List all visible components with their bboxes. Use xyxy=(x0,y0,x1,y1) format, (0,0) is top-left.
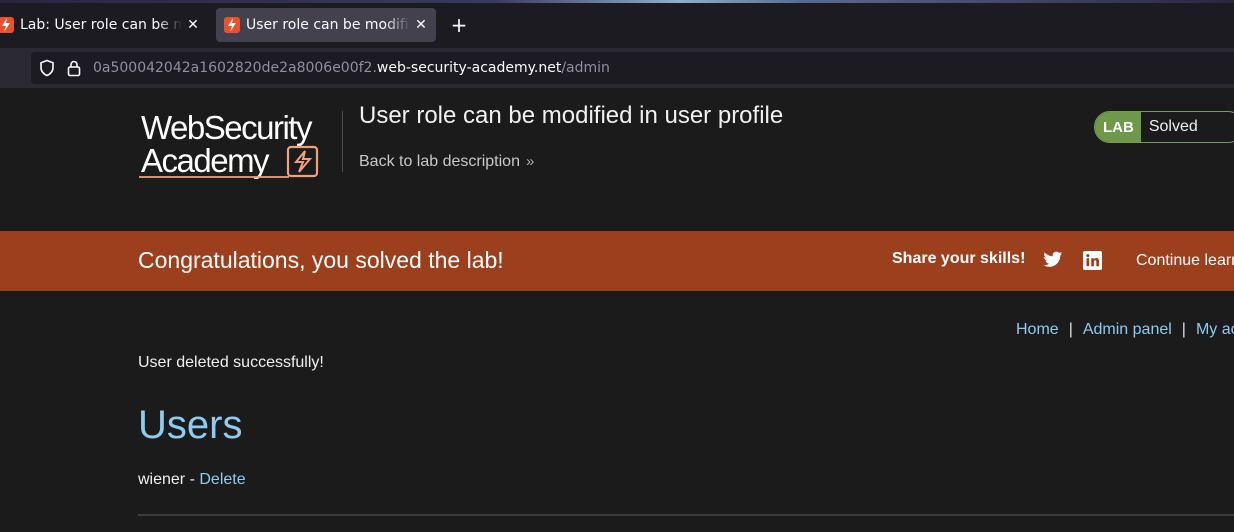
shield-icon[interactable] xyxy=(38,59,56,81)
logo-line2: Academy xyxy=(141,142,270,179)
share-skills-label: Share your skills! xyxy=(892,250,1026,267)
congratulations-message: Congratulations, you solved the lab! xyxy=(138,247,504,273)
chevron-right-icon: » xyxy=(525,153,535,170)
linkedin-icon[interactable] xyxy=(1083,251,1102,274)
nav-separator: | xyxy=(1068,321,1073,338)
lab-badge-label: LAB xyxy=(1095,112,1141,142)
users-heading: Users xyxy=(138,403,243,447)
url-text[interactable]: 0a500042042a1602820de2a8006e00f2.web-sec… xyxy=(93,59,610,77)
tab-lab-description[interactable]: Lab: User role can be modified in user p… xyxy=(0,8,208,42)
close-icon[interactable]: ✕ xyxy=(182,14,204,36)
new-tab-button[interactable]: + xyxy=(448,12,470,38)
window-top-accent xyxy=(0,0,1234,3)
status-message: User deleted successfully! xyxy=(138,354,324,371)
top-nav: Home | Admin panel | My account xyxy=(1016,321,1234,339)
content-divider xyxy=(138,514,1234,516)
back-link-label: Back to lab description xyxy=(359,153,520,170)
logo-line1: WebSecurity xyxy=(141,109,313,146)
nav-home-link[interactable]: Home xyxy=(1016,321,1059,338)
header-divider xyxy=(342,111,343,172)
url-domain: web-security-academy.net xyxy=(376,60,562,76)
tab-title: Lab: User role can be modified in user p… xyxy=(20,17,182,33)
twitter-icon[interactable] xyxy=(1043,251,1063,273)
lab-favicon-icon xyxy=(224,17,240,33)
url-prefix: 0a500042042a1602820de2a8006e00f2. xyxy=(93,60,377,76)
logo-bolt-icon xyxy=(293,150,313,173)
lock-icon[interactable] xyxy=(66,59,82,81)
nav-admin-panel-link[interactable]: Admin panel xyxy=(1083,321,1172,338)
lab-title: User role can be modified in user profil… xyxy=(359,102,784,129)
url-path: /admin xyxy=(561,60,610,76)
delete-user-link[interactable]: Delete xyxy=(199,471,245,488)
lab-favicon-icon xyxy=(0,17,14,33)
user-separator: - xyxy=(185,471,200,488)
web-security-academy-logo[interactable]: WebSecurity Academy xyxy=(139,109,339,181)
nav-my-account-link[interactable]: My account xyxy=(1196,321,1234,338)
nav-separator: | xyxy=(1181,321,1186,338)
continue-learning-link[interactable]: Continue learning xyxy=(1136,252,1234,270)
lab-status-text: Solved xyxy=(1140,112,1198,142)
user-list-item: wiener - Delete xyxy=(138,471,246,489)
tab-current[interactable]: User role can be modified in user profil… xyxy=(216,8,436,42)
lab-status-badge: LAB Solved xyxy=(1094,111,1234,143)
back-to-lab-link[interactable]: Back to lab description » xyxy=(359,153,534,171)
tab-title: User role can be modified in user profil… xyxy=(246,17,410,33)
user-name: wiener xyxy=(138,471,186,488)
close-icon[interactable]: ✕ xyxy=(410,14,432,36)
